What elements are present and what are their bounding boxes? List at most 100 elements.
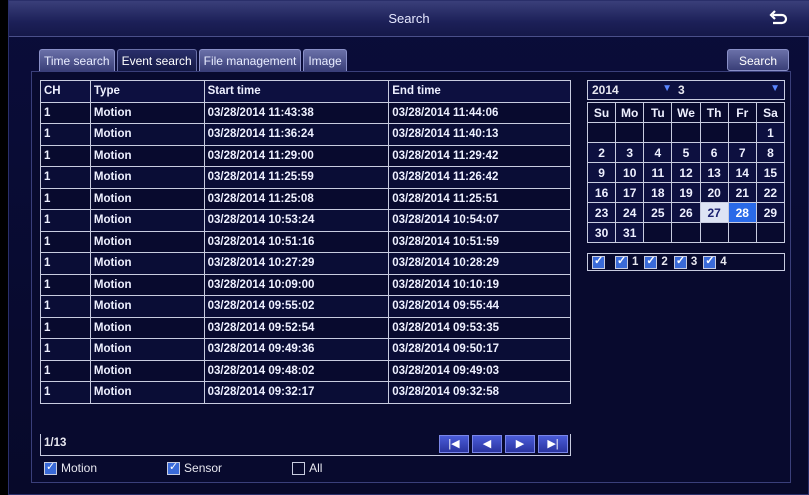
tab-image[interactable]: Image [303, 49, 347, 71]
calendar-day[interactable]: 1 [755, 122, 786, 143]
next-page-button[interactable]: ▶ [505, 435, 535, 453]
calendar-day[interactable]: 17 [615, 182, 645, 203]
calendar-day[interactable]: 18 [643, 182, 673, 203]
table-row[interactable]: 1 Motion 03/28/2014 09:52:54 03/28/2014 09:… [40, 316, 571, 339]
calendar-day[interactable]: 30 [586, 222, 617, 243]
cell-start-time: 03/28/2014 09:55:02 [203, 295, 390, 318]
table-row[interactable]: 1 Motion 03/28/2014 11:25:59 03/28/2014 11:… [40, 166, 571, 189]
search-button[interactable]: Search [727, 49, 789, 71]
weekday-mo: Mo [615, 102, 645, 123]
table-row[interactable]: 1 Motion 03/28/2014 10:27:29 03/28/2014 10:… [40, 252, 571, 275]
event-table: CH Type Start time End time 1 Motion 03/28… [40, 80, 571, 404]
cell-ch: 1 [40, 230, 91, 253]
calendar-day[interactable]: 7 [727, 142, 757, 163]
calendar-day[interactable]: 9 [586, 162, 617, 183]
calendar-day[interactable]: 29 [755, 202, 786, 223]
motion-checkbox[interactable] [44, 460, 57, 475]
channel-checkbox[interactable] [644, 254, 658, 269]
sensor-checkbox[interactable] [167, 460, 181, 475]
table-row[interactable]: 1 Motion 03/28/2014 09:55:02 03/28/2014 09:… [40, 295, 571, 318]
calendar-week: 30 31 [586, 222, 786, 243]
calendar-day[interactable]: 2 [586, 142, 617, 163]
cell-end-time: 03/28/2014 11:29:42 [388, 144, 571, 167]
calendar-day[interactable]: 23 [586, 202, 617, 223]
table-row[interactable]: 1 Motion 03/28/2014 11:29:00 03/28/2014 11:… [40, 144, 571, 167]
table-row[interactable]: 1 Motion 03/28/2014 09:48:02 03/28/2014 09:… [40, 359, 571, 382]
filter-motion[interactable]: Motion [44, 460, 97, 475]
calendar-day[interactable]: 22 [755, 182, 786, 203]
calendar-day[interactable]: 24 [615, 202, 645, 223]
cell-ch: 1 [40, 295, 91, 318]
table-row[interactable]: 1 Motion 03/28/2014 11:36:24 03/28/2014 11:… [40, 123, 571, 146]
calendar-empty-cell [586, 122, 617, 143]
calendar-day[interactable]: 21 [727, 182, 757, 203]
calendar-day[interactable]: 16 [586, 182, 617, 203]
channel-1[interactable]: 1 [615, 254, 639, 269]
channel-3[interactable]: 3 [673, 254, 697, 269]
tab-bar: Time search Event search File management… [39, 49, 347, 71]
tab-file-management[interactable]: File management [198, 49, 302, 71]
calendar-day[interactable]: 6 [699, 142, 729, 163]
table-row[interactable]: 1 Motion 03/28/2014 09:32:17 03/28/2014 09:… [40, 381, 571, 404]
calendar-empty-cell [727, 222, 757, 243]
calendar-day[interactable]: 13 [699, 162, 729, 183]
channel-2[interactable]: 2 [644, 254, 668, 269]
calendar-day[interactable]: 25 [643, 202, 673, 223]
table-row[interactable]: 1 Motion 03/28/2014 10:09:00 03/28/2014 10:… [40, 273, 571, 296]
all-checkbox[interactable] [292, 461, 306, 475]
event-rows: 1 Motion 03/28/2014 11:43:38 03/28/2014 11:… [40, 101, 571, 404]
first-page-button[interactable]: |◀ [439, 435, 469, 453]
calendar-day[interactable]: 20 [699, 182, 729, 203]
calendar-day[interactable]: 31 [615, 222, 645, 243]
calendar-day[interactable]: 28 [727, 202, 757, 223]
cell-end-time: 03/28/2014 11:40:13 [388, 123, 571, 146]
calendar-day[interactable]: 4 [643, 142, 673, 163]
calendar-day[interactable]: 27 [699, 202, 729, 223]
weekday-tu: Tu [643, 102, 673, 123]
month-value: 3 [678, 83, 685, 97]
table-row[interactable]: 1 Motion 03/28/2014 11:43:38 03/28/2014 11:… [40, 101, 571, 124]
channel-checkbox[interactable] [615, 254, 628, 269]
calendar-day[interactable]: 8 [755, 142, 786, 163]
previous-page-button[interactable]: ◀ [472, 435, 502, 453]
channel-all-toggle[interactable] [592, 254, 609, 269]
cell-ch: 1 [40, 209, 91, 232]
calendar-empty-cell [699, 122, 729, 143]
cell-start-time: 03/28/2014 11:29:00 [203, 144, 390, 167]
back-button[interactable] [765, 7, 791, 31]
calendar-day[interactable]: 19 [671, 182, 701, 203]
last-page-button[interactable]: ▶| [538, 435, 568, 453]
weekday-th: Th [699, 102, 729, 123]
table-row[interactable]: 1 Motion 03/28/2014 10:53:24 03/28/2014 10:… [40, 209, 571, 232]
calendar-day[interactable]: 26 [671, 202, 701, 223]
calendar-day[interactable]: 10 [615, 162, 645, 183]
table-row[interactable]: 1 Motion 03/28/2014 09:49:36 03/28/2014 09:… [40, 338, 571, 361]
channel-checkbox[interactable] [703, 254, 717, 269]
calendar-day[interactable]: 12 [671, 162, 701, 183]
calendar-day[interactable]: 5 [671, 142, 701, 163]
calendar-day[interactable]: 15 [755, 162, 786, 183]
table-row[interactable]: 1 Motion 03/28/2014 10:51:16 03/28/2014 10:… [40, 230, 571, 253]
cell-ch: 1 [40, 123, 91, 146]
year-select[interactable]: 2014 ▼ [592, 83, 678, 97]
calendar-week: 1 [586, 122, 786, 143]
cell-ch: 1 [40, 144, 91, 167]
channel-label: 1 [632, 256, 639, 268]
event-search-panel: CH Type Start time End time 1 Motion 03/28… [31, 71, 791, 483]
tab-time-search[interactable]: Time search [39, 49, 115, 71]
table-row[interactable]: 1 Motion 03/28/2014 11:25:08 03/28/2014 11:… [40, 187, 571, 210]
channel-checkbox[interactable] [592, 254, 605, 269]
channel-4[interactable]: 4 [703, 254, 727, 269]
weekday-we: We [671, 102, 701, 123]
month-select[interactable]: 3 ▼ [678, 83, 784, 97]
channel-checkbox[interactable] [673, 254, 687, 269]
tab-event-search[interactable]: Event search [116, 49, 197, 71]
calendar-day[interactable]: 11 [643, 162, 673, 183]
calendar-week: 16 17 18 19 20 21 22 [586, 182, 786, 203]
calendar-day[interactable]: 3 [615, 142, 645, 163]
calendar-day[interactable]: 14 [727, 162, 757, 183]
filter-all[interactable]: All [292, 461, 322, 475]
filter-sensor[interactable]: Sensor [167, 460, 222, 475]
cell-type: Motion [89, 187, 205, 210]
calendar-empty-cell [615, 122, 645, 143]
